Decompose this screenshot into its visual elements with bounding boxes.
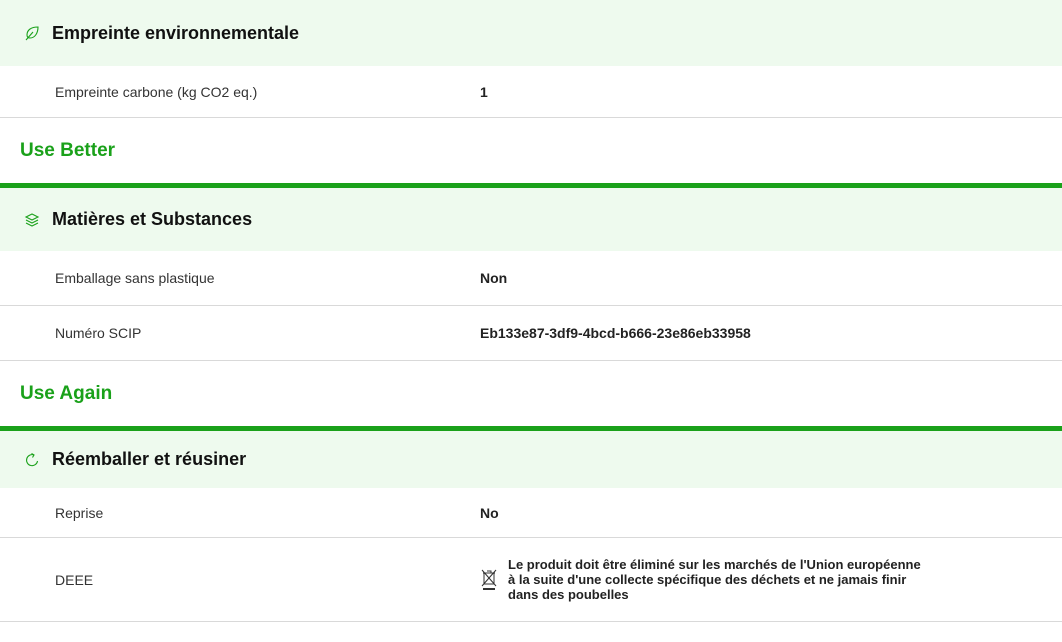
row-label: Empreinte carbone (kg CO2 eq.) bbox=[55, 83, 258, 100]
section-title: Empreinte environnementale bbox=[52, 22, 300, 43]
group-title-use-better: Use Better bbox=[0, 118, 1062, 188]
row-label: DEEE bbox=[55, 571, 94, 588]
layers-icon bbox=[24, 212, 40, 228]
row-label: Reprise bbox=[55, 504, 104, 521]
materials-substances-section: Matières et Substances Emballage sans pl… bbox=[0, 188, 1062, 361]
row-value: No bbox=[480, 504, 499, 521]
row-value: Non bbox=[480, 270, 508, 286]
table-row: Empreinte carbone (kg CO2 eq.) 1 bbox=[0, 66, 1062, 118]
row-value: 1 bbox=[480, 83, 488, 100]
row-value: Le produit doit être éliminé sur les mar… bbox=[480, 557, 928, 602]
weee-disposal-text: Le produit doit être éliminé sur les mar… bbox=[508, 557, 921, 602]
crossed-bin-icon bbox=[480, 569, 498, 591]
section-title: Matières et Substances bbox=[52, 209, 253, 229]
leaf-icon bbox=[24, 25, 40, 41]
table-row: Emballage sans plastique Non bbox=[0, 251, 1062, 306]
row-label: Emballage sans plastique bbox=[55, 270, 215, 286]
row-label: Numéro SCIP bbox=[55, 325, 142, 341]
table-row: Numéro SCIP Eb133e87-3df9-4bcd-b666-23e8… bbox=[0, 306, 1062, 361]
section-title: Réemballer et réusiner bbox=[52, 449, 247, 469]
repackage-refurbish-section: Réemballer et réusiner Reprise No DEEE L… bbox=[0, 431, 1062, 622]
materials-substances-header: Matières et Substances bbox=[0, 188, 1062, 251]
refresh-icon bbox=[24, 452, 40, 468]
table-row: DEEE Le produit doit être éliminé sur le… bbox=[0, 538, 1062, 622]
repackage-refurbish-header: Réemballer et réusiner bbox=[0, 431, 1062, 488]
table-row: Reprise No bbox=[0, 488, 1062, 538]
environmental-footprint-section: Empreinte environnementale Empreinte car… bbox=[0, 0, 1062, 118]
environmental-footprint-header: Empreinte environnementale bbox=[0, 0, 1062, 66]
row-value: Eb133e87-3df9-4bcd-b666-23e86eb33958 bbox=[480, 325, 751, 341]
group-title-use-again: Use Again bbox=[0, 361, 1062, 431]
